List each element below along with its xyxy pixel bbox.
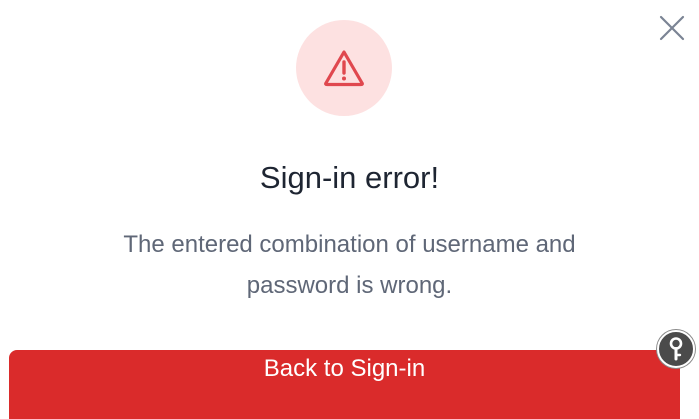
close-button[interactable]: [657, 13, 687, 43]
warning-triangle-icon: [324, 50, 364, 87]
key-icon: [669, 337, 683, 361]
back-to-sign-in-button[interactable]: Back to Sign-in: [9, 350, 680, 419]
warning-badge: [296, 20, 392, 116]
message-line: The entered combination of username and: [123, 231, 576, 258]
close-icon: [659, 15, 685, 41]
dialog-title: Sign-in error!: [259, 160, 440, 195]
dialog-message: The entered combination of username and …: [0, 224, 699, 306]
message-line: password is wrong.: [246, 272, 453, 299]
extension-key-button[interactable]: [657, 330, 695, 368]
sign-in-error-dialog: Sign-in error! The entered combination o…: [0, 0, 699, 419]
